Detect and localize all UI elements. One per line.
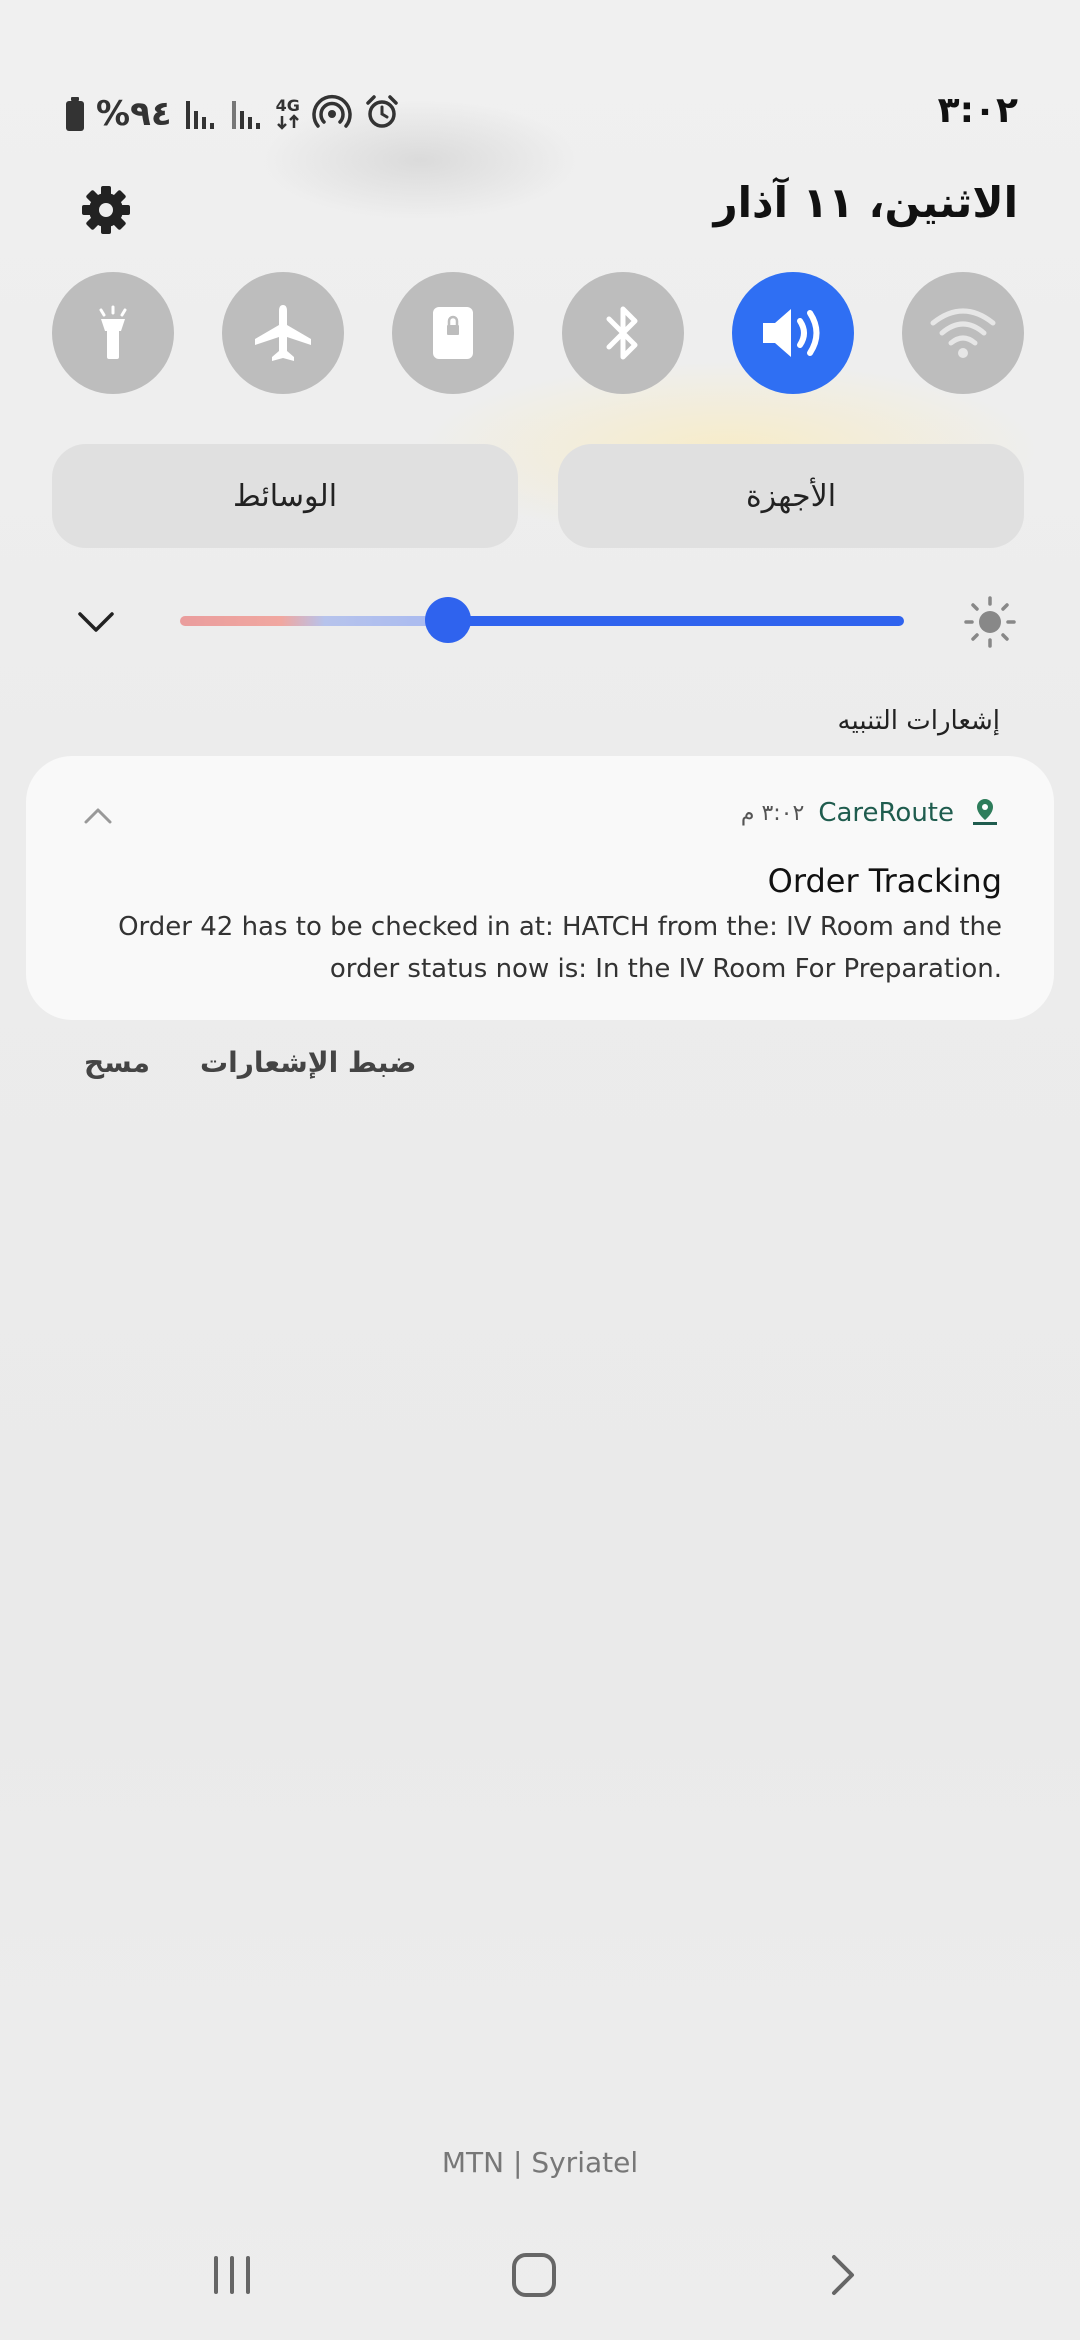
notification-settings-button[interactable]: ضبط الإشعارات: [200, 1046, 416, 1079]
lock-icon: [433, 307, 473, 359]
signal-icon: [230, 97, 264, 131]
flashlight-toggle[interactable]: [52, 272, 174, 394]
wifi-toggle[interactable]: [902, 272, 1024, 394]
notification-body: Order 42 has to be checked in at: HATCH …: [118, 912, 1002, 984]
brightness-slider-thumb[interactable]: [424, 597, 471, 643]
gear-icon[interactable]: [78, 182, 134, 238]
bluetooth-toggle[interactable]: [562, 272, 684, 394]
battery-icon: [66, 97, 84, 131]
back-button[interactable]: [812, 2250, 872, 2300]
chevron-down-icon[interactable]: [74, 600, 118, 644]
app-logo-icon: [968, 796, 1002, 830]
carrier-label: MTN | Syriatel: [441, 2146, 639, 2179]
network-type-label: 4G: [275, 96, 300, 115]
airplane-mode-toggle[interactable]: [222, 272, 344, 394]
signal-icon: [184, 97, 218, 131]
notification-card[interactable]: ٣:٠٢ م CareRoute Order Tracking Order 42…: [26, 756, 1054, 1020]
notifications-section-title: إشعارات التنبيه: [837, 706, 1000, 736]
quick-toggles: [52, 272, 1028, 394]
battery-percentage: %٩٤: [96, 94, 172, 134]
rotation-lock-toggle[interactable]: [392, 272, 514, 394]
notification-header: ٣:٠٢ م CareRoute: [741, 796, 1002, 830]
devices-button[interactable]: الأجهزة: [558, 444, 1024, 548]
hotspot-icon: [312, 94, 352, 134]
alarm-icon: [364, 94, 400, 134]
notification-actions: مسح ضبط الإشعارات: [84, 1046, 416, 1079]
chevron-up-icon[interactable]: [78, 796, 118, 836]
status-time: ٣:٠٢: [937, 90, 1018, 131]
bluetooth-icon: [606, 306, 638, 360]
notification-title: Order Tracking: [767, 862, 1002, 900]
sound-toggle[interactable]: [732, 272, 854, 394]
sun-icon: [964, 596, 1016, 648]
status-icons: %٩٤ 4G: [66, 92, 400, 136]
notification-app-name: CareRoute: [818, 798, 954, 828]
clear-button[interactable]: مسح: [84, 1046, 150, 1079]
notification-time: ٣:٠٢ م: [740, 800, 805, 826]
flashlight-icon: [99, 305, 127, 359]
home-button[interactable]: [504, 2250, 564, 2300]
date-label: الاثنين، ١١ آذار: [713, 178, 1018, 227]
media-button[interactable]: الوسائط: [52, 444, 518, 548]
recent-apps-button[interactable]: [202, 2250, 262, 2300]
brightness-slider[interactable]: [180, 616, 904, 626]
speaker-icon: [763, 309, 820, 357]
4g-data-icon: 4G: [276, 98, 300, 130]
airplane-icon: [255, 305, 311, 361]
wifi-icon: [930, 308, 996, 358]
